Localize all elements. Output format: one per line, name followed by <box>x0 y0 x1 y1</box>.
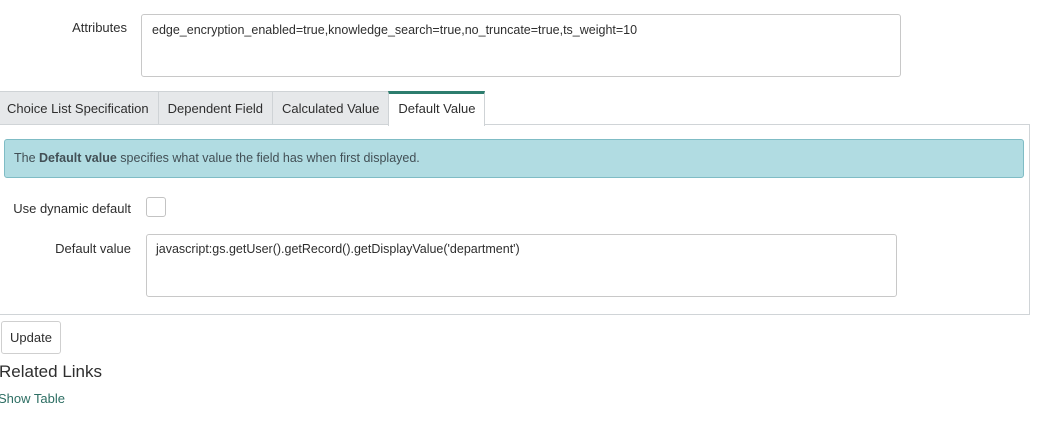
use-dynamic-default-label: Use dynamic default <box>13 201 131 216</box>
tab-bar: Choice List Specification Dependent Fiel… <box>0 91 486 126</box>
info-prefix: The <box>14 151 40 165</box>
attributes-label: Attributes <box>72 20 127 35</box>
attributes-field[interactable]: edge_encryption_enabled=true,knowledge_s… <box>141 14 901 77</box>
update-button[interactable]: Update <box>1 321 61 354</box>
default-value-label: Default value <box>55 241 131 256</box>
tab-dependent-field[interactable]: Dependent Field <box>157 91 274 124</box>
default-value-panel: The Default value specifies what value t… <box>0 124 1030 315</box>
tab-default-value[interactable]: Default Value <box>388 91 486 126</box>
tab-calculated-value[interactable]: Calculated Value <box>272 91 390 124</box>
tab-choice-list-specification[interactable]: Choice List Specification <box>0 91 159 124</box>
form-page: Attributes edge_encryption_enabled=true,… <box>0 0 1037 425</box>
use-dynamic-default-checkbox[interactable] <box>146 197 166 217</box>
info-suffix: specifies what value the field has when … <box>116 151 420 165</box>
info-bold: Default value <box>39 151 117 165</box>
show-table-link[interactable]: Show Table <box>0 391 65 406</box>
info-message: The Default value specifies what value t… <box>4 139 1024 178</box>
default-value-field[interactable]: javascript:gs.getUser().getRecord().getD… <box>146 234 897 297</box>
related-links-title: Related Links <box>0 362 103 381</box>
